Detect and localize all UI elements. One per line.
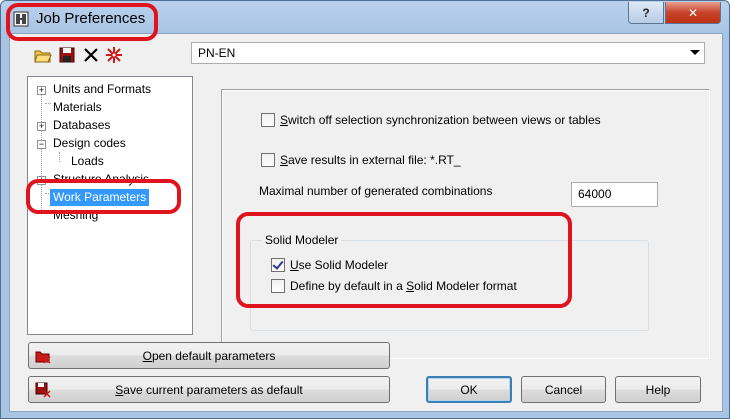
define-default-checkbox[interactable] (271, 279, 285, 293)
tree-item-databases[interactable]: Databases (53, 117, 110, 134)
solid-modeler-group-label: Solid Modeler (262, 233, 342, 247)
save-disk-icon[interactable] (58, 46, 76, 64)
preferences-tree[interactable]: + Units and Formats Materials + Database… (27, 76, 193, 335)
max-combinations-label: Maximal number of generated combinations (259, 184, 493, 198)
tree-connector (41, 86, 42, 212)
use-solid-modeler-label[interactable]: Use Solid Modeler (290, 258, 388, 272)
close-caption-button[interactable]: ✕ (665, 2, 721, 24)
label-accel: O (142, 348, 152, 363)
help-caption-button[interactable]: ? (628, 2, 664, 24)
tree-connector (59, 152, 60, 162)
label-text: se Solid Modeler (298, 258, 389, 272)
define-default-label[interactable]: Define by default in a Solid Modeler for… (290, 279, 517, 293)
cancel-button[interactable]: Cancel (521, 376, 606, 403)
tree-item-structure-analysis[interactable]: Structure Analysis (53, 171, 149, 188)
tree-connector (45, 103, 51, 104)
tree-item-design-codes[interactable]: Design codes (53, 135, 126, 152)
label-accel: S (280, 113, 289, 127)
open-default-parameters-button[interactable]: Open default parameters (28, 342, 390, 369)
tree-item-meshing[interactable]: Meshing (53, 207, 98, 224)
settings-star-icon[interactable] (105, 46, 123, 64)
tree-item-work-parameters[interactable]: Work Parameters (50, 189, 150, 206)
label-text: pen default parameters (151, 348, 276, 363)
tree-item-units-and-formats[interactable]: Units and Formats (53, 81, 151, 98)
label-text: ave results in external file: *.RT_ (288, 153, 461, 167)
save-current-parameters-button[interactable]: Save current parameters as default (28, 376, 390, 403)
window-title: Job Preferences (36, 10, 146, 27)
design-code-combo[interactable]: PN-EN (191, 42, 705, 64)
ok-button[interactable]: OK (426, 376, 512, 403)
label-text: Define by default in a (290, 279, 407, 293)
tree-expander-structure-analysis[interactable]: + (37, 176, 46, 185)
save-defaults-icon (35, 382, 51, 398)
chevron-down-icon[interactable] (690, 50, 700, 55)
save-results-checkbox[interactable] (261, 153, 275, 167)
tree-expander-databases[interactable]: + (37, 122, 46, 131)
button-label: Save current parameters as default (115, 383, 302, 397)
label-accel: S (280, 153, 289, 167)
button-label: Open default parameters (143, 349, 276, 363)
label-text: ave current parameters as default (123, 382, 303, 397)
switch-off-sync-label[interactable]: Switch off selection synchronization bet… (280, 113, 601, 127)
max-combinations-input[interactable]: 64000 (571, 182, 658, 207)
label-accel: S (406, 279, 415, 293)
app-icon (13, 11, 29, 27)
use-solid-modeler-checkbox[interactable] (271, 258, 285, 272)
open-defaults-icon (35, 351, 51, 364)
delete-x-icon[interactable] (82, 46, 100, 64)
tree-connector (41, 211, 51, 212)
job-preferences-window: Job Preferences ? ✕ PN-EN + Units and Fo… (0, 0, 730, 419)
tree-expander-units[interactable]: + (37, 86, 46, 95)
open-folder-icon[interactable] (34, 46, 52, 64)
label-text: olid Modeler format (414, 279, 517, 293)
tree-item-materials[interactable]: Materials (53, 99, 102, 116)
tree-expander-design-codes[interactable]: − (37, 140, 46, 149)
label-text: witch off selection synchronization betw… (288, 113, 601, 127)
help-button[interactable]: Help (615, 376, 701, 403)
label-accel: U (290, 258, 299, 272)
tree-item-loads[interactable]: Loads (71, 153, 104, 170)
save-results-label[interactable]: Save results in external file: *.RT_ (280, 153, 461, 167)
dialog-client-area: PN-EN + Units and Formats Materials + Da… (9, 33, 723, 412)
switch-off-sync-checkbox[interactable] (261, 113, 275, 127)
design-code-value: PN-EN (198, 46, 236, 60)
